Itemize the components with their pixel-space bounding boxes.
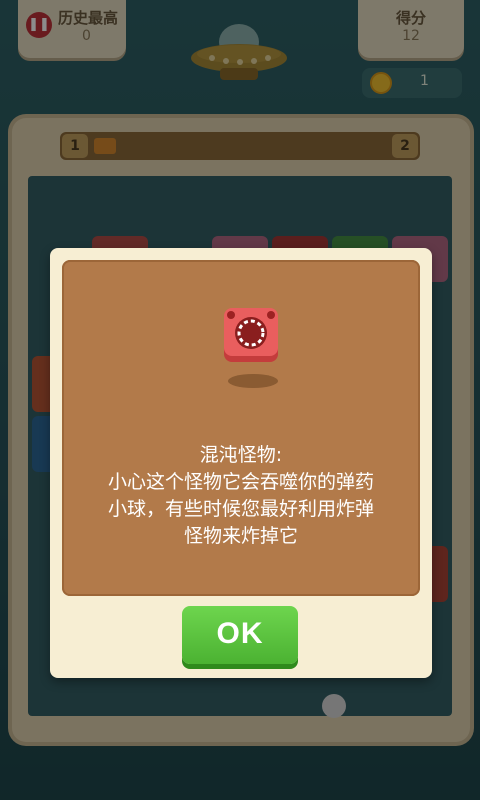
dialog-line: 怪物来炸掉它 xyxy=(183,525,298,547)
dialog-line: 小球，有些时候您最好利用炸弹 xyxy=(107,498,374,520)
dialog-line: 小心这个怪物它会吞噬你的弹药 xyxy=(107,471,374,493)
dialog-message: 混沌怪物: 小心这个怪物它会吞噬你的弹药 小球，有些时候您最好利用炸弹 怪物来炸… xyxy=(62,442,420,550)
monster-shadow xyxy=(228,374,278,388)
chaos-monster-icon xyxy=(224,308,278,362)
ok-button[interactable]: OK xyxy=(182,606,298,664)
dialog-title: 混沌怪物: xyxy=(199,444,283,466)
dialog-panel: 混沌怪物: 小心这个怪物它会吞噬你的弹药 小球，有些时候您最好利用炸弹 怪物来炸… xyxy=(62,260,420,596)
tutorial-dialog: 混沌怪物: 小心这个怪物它会吞噬你的弹药 小球，有些时候您最好利用炸弹 怪物来炸… xyxy=(50,248,432,678)
